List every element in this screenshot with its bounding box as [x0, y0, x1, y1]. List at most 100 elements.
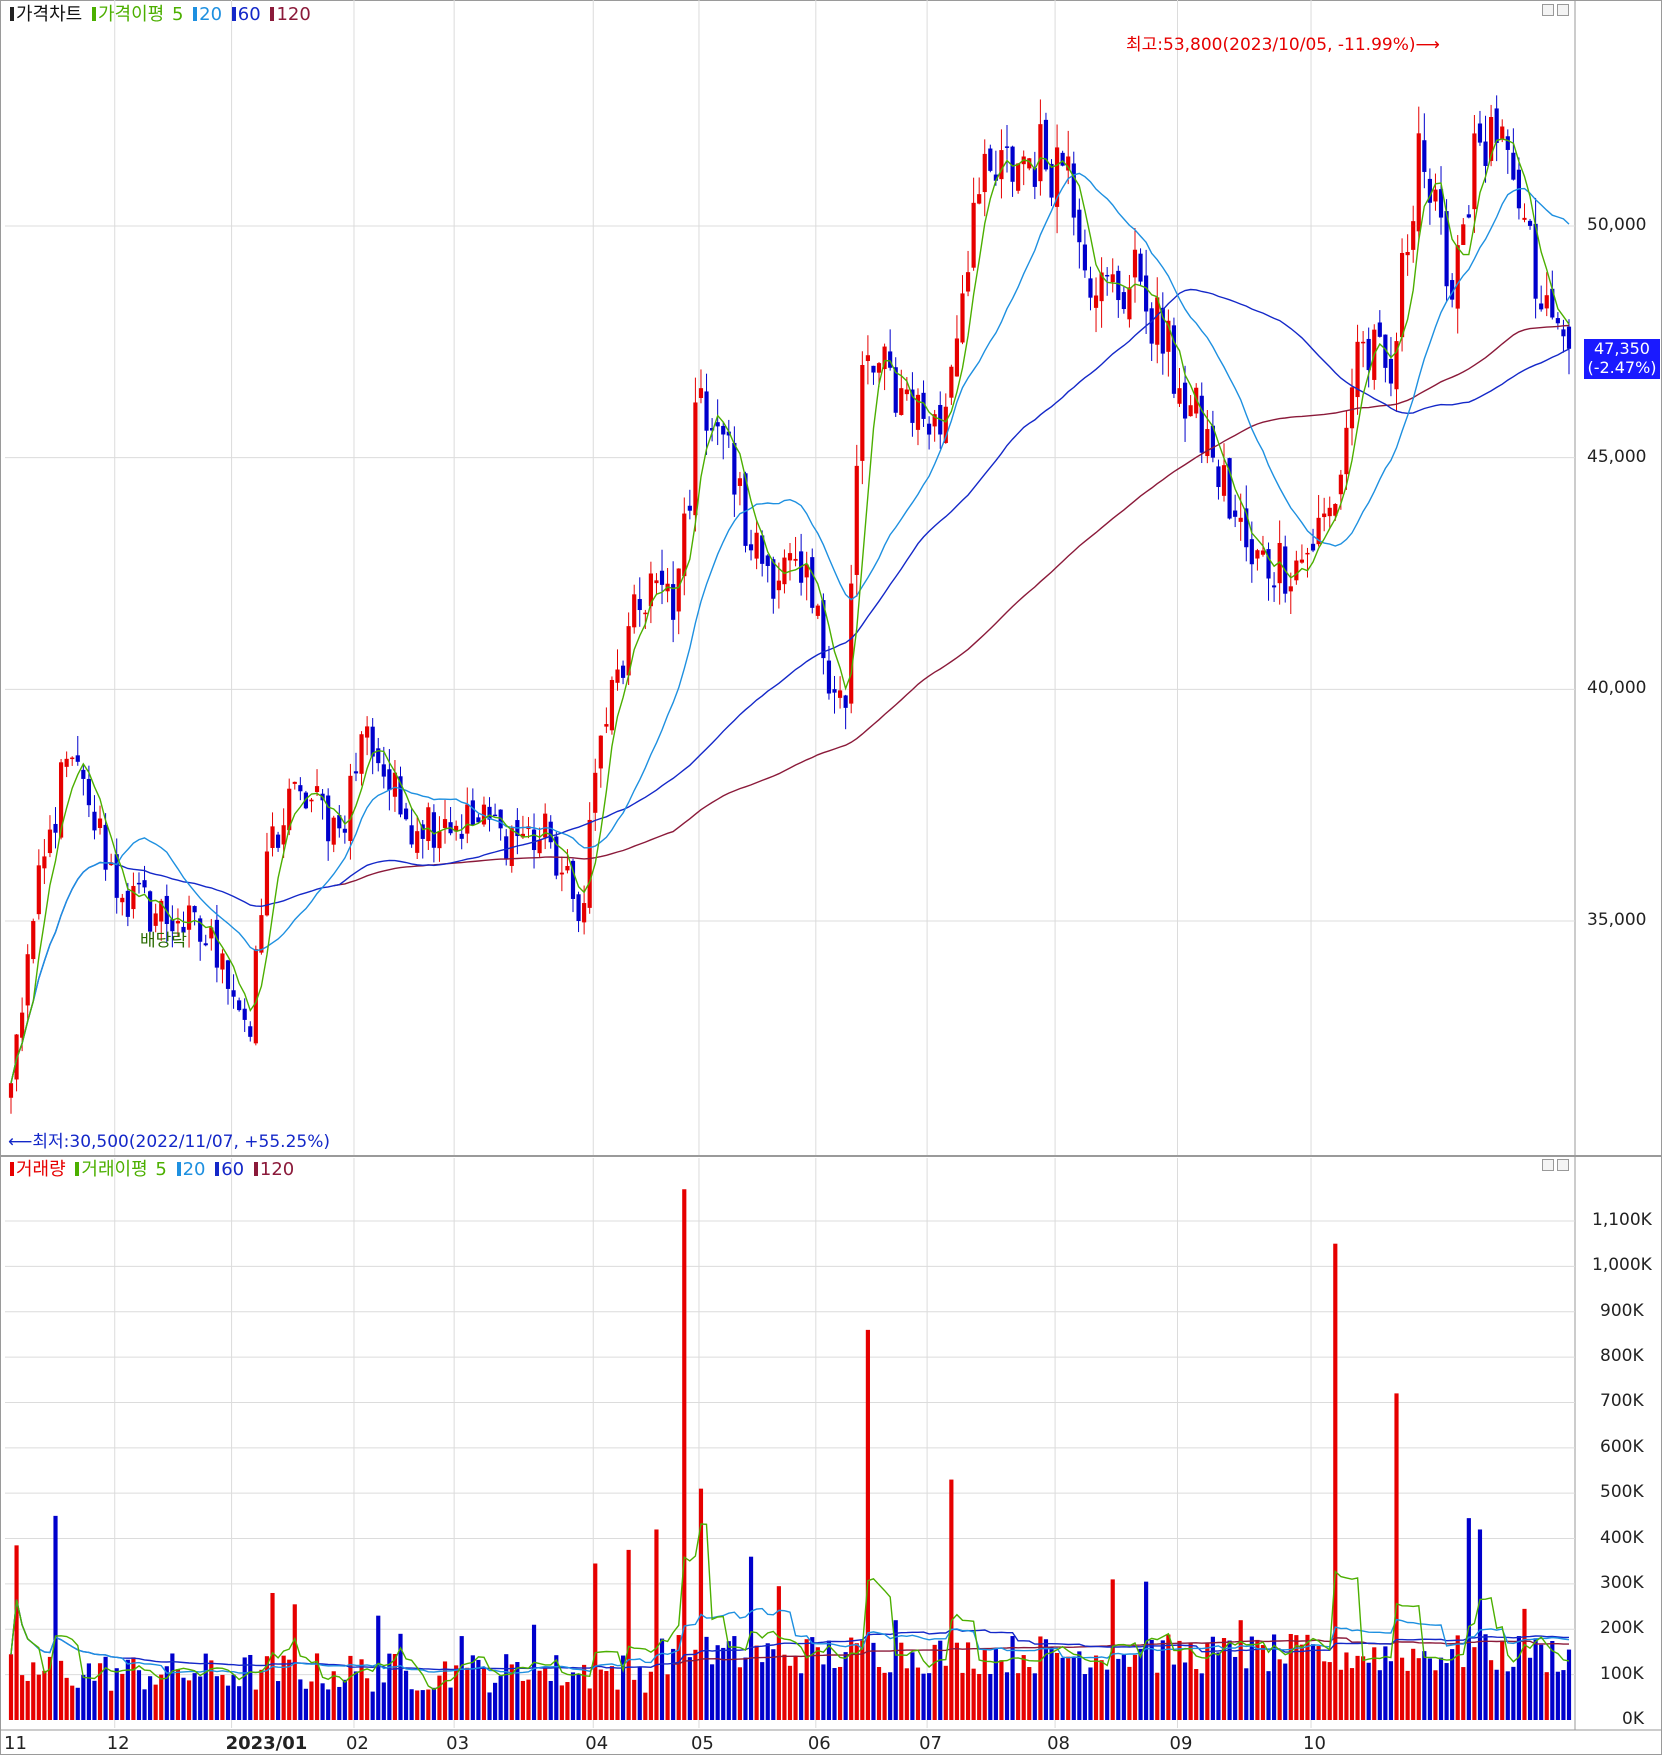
volume-bar: [971, 1668, 976, 1720]
candle-body: [1238, 517, 1243, 522]
volume-bar: [960, 1672, 965, 1720]
volume-bar: [153, 1684, 158, 1720]
volume-bar: [170, 1653, 175, 1720]
candle-body: [153, 913, 158, 926]
candle-body: [748, 544, 754, 551]
candle-body: [693, 402, 698, 516]
candle-body: [214, 919, 219, 968]
price-ma60-label: 60: [237, 4, 261, 25]
candle-body: [871, 365, 876, 373]
candle-body: [92, 811, 97, 831]
candle-body: [242, 1008, 247, 1020]
volume-ma60-swatch: [215, 1162, 220, 1176]
candle-body: [1344, 427, 1349, 475]
volume-ma-swatch: [75, 1162, 80, 1176]
volume-bar: [927, 1673, 932, 1720]
candle-body: [782, 557, 787, 585]
candle-body: [1511, 152, 1516, 180]
volume-panel-close-button[interactable]: [1557, 1159, 1569, 1171]
volume-bar: [715, 1645, 720, 1720]
volume-bar: [409, 1689, 414, 1720]
volume-bar: [1444, 1663, 1449, 1720]
candle-body: [826, 660, 832, 694]
volume-bar: [1405, 1670, 1410, 1720]
candle-body: [225, 960, 231, 989]
candle-body: [865, 355, 870, 361]
volume-bar: [448, 1687, 453, 1720]
volume-bar: [337, 1686, 342, 1720]
high-annotation: 최고:53,800(2023/10/05, -11.99%)⟶: [1126, 30, 1440, 55]
volume-bar: [648, 1671, 653, 1720]
chart-canvas[interactable]: [0, 0, 1662, 1755]
volume-bar: [415, 1690, 420, 1720]
ma60-swatch: [231, 7, 236, 21]
volume-bar: [1043, 1639, 1049, 1720]
volume-bar: [565, 1682, 570, 1720]
volume-y-tick-label: 300K: [1600, 1572, 1644, 1593]
x-tick-label: 02: [345, 1733, 369, 1754]
volume-bar: [782, 1654, 787, 1720]
candle-body: [698, 388, 704, 399]
volume-panel-maximize-button[interactable]: [1542, 1159, 1554, 1171]
x-tick-label: 06: [807, 1733, 831, 1754]
candle-body: [353, 771, 359, 774]
volume-bar: [1077, 1651, 1082, 1720]
candle-body: [120, 897, 125, 903]
volume-bar: [431, 1687, 436, 1720]
volume-bar: [1054, 1653, 1060, 1720]
candle-body: [220, 953, 225, 970]
volume-bar: [1227, 1640, 1232, 1720]
candle-body: [1310, 543, 1316, 551]
candle-body: [876, 363, 882, 373]
volume-bar: [120, 1673, 125, 1720]
volume-bar: [459, 1636, 464, 1720]
price-panel-close-button[interactable]: [1557, 4, 1569, 16]
candle-body: [42, 856, 47, 869]
candle-body: [326, 795, 331, 842]
candle-body: [309, 799, 314, 802]
candle-body: [1299, 559, 1305, 563]
x-tick-label: 12: [106, 1733, 130, 1754]
candle-body: [793, 558, 798, 561]
volume-bar: [1032, 1673, 1037, 1720]
volume-bar: [1010, 1636, 1015, 1720]
candle-body: [53, 823, 58, 833]
candle-body: [415, 831, 420, 853]
volume-ma60-label: 60: [221, 1159, 245, 1180]
ma-legend-swatch: [91, 7, 96, 21]
candle-body: [632, 594, 637, 628]
volume-bar: [754, 1645, 759, 1720]
candle-body: [1038, 124, 1043, 182]
candle-body: [1422, 140, 1427, 172]
volume-bar: [1216, 1652, 1221, 1720]
volume-bar: [320, 1683, 325, 1720]
candle-body: [1288, 586, 1293, 592]
price-panel-maximize-button[interactable]: [1542, 4, 1554, 16]
price-y-tick-label: 45,000: [1587, 446, 1647, 467]
candle-body: [1505, 136, 1510, 150]
candle-body: [1188, 405, 1193, 417]
candle-body: [982, 153, 987, 193]
candle-body: [671, 584, 676, 620]
candle-body: [1539, 303, 1544, 310]
volume-bar: [1105, 1669, 1110, 1720]
candle-body: [64, 758, 69, 767]
volume-bar: [186, 1680, 192, 1720]
candle-body: [637, 599, 642, 611]
volume-bar: [64, 1677, 69, 1720]
candle-body: [192, 906, 197, 913]
candle-body: [832, 689, 837, 693]
ma20-swatch: [193, 7, 198, 21]
volume-bar: [1344, 1652, 1349, 1720]
volume-bar: [53, 1515, 58, 1720]
candle-body: [248, 1026, 253, 1037]
candle-body: [1338, 474, 1343, 495]
volume-bar: [1049, 1647, 1054, 1720]
volume-bar: [888, 1672, 893, 1720]
candle-body: [1116, 270, 1121, 301]
candle-body: [292, 781, 297, 784]
volume-bar: [1327, 1662, 1332, 1720]
volume-bar: [1277, 1659, 1282, 1720]
volume-bar: [275, 1681, 281, 1720]
volume-bar: [531, 1624, 537, 1720]
